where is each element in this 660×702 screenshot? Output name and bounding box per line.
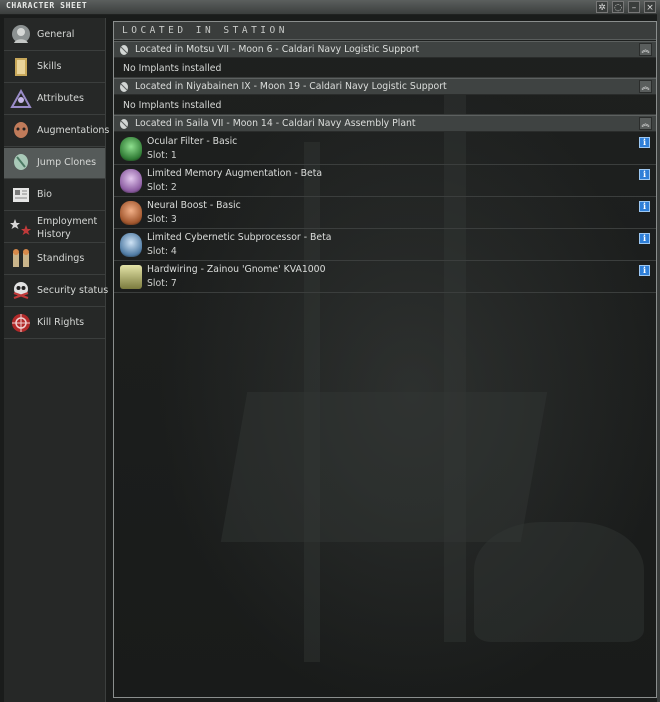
info-icon[interactable]: i [639, 201, 650, 212]
bio-icon [13, 188, 29, 202]
clone-group-header[interactable]: Located in Saila VII - Moon 14 - Caldari… [114, 115, 656, 132]
implant-slot: Slot: 2 [147, 182, 177, 193]
standings-icon [13, 249, 29, 267]
minimize-icon[interactable]: – [628, 1, 640, 13]
skills-icon [15, 58, 27, 76]
security-status-icon [13, 282, 29, 299]
employment-history-icon [10, 219, 31, 235]
sidebar-item-employment-history[interactable]: Employment History [4, 212, 105, 243]
sidebar-item-label: Skills [37, 61, 62, 72]
sidebar-item-augmentations[interactable]: Augmentations [4, 116, 109, 147]
sidebar-item-label: General [37, 29, 75, 40]
sidebar-item-bio[interactable]: Bio [4, 180, 105, 211]
collapse-icon[interactable]: ︽ [639, 80, 652, 93]
jump-clones-panel: LOCATED IN STATION Located in Motsu VII … [113, 21, 657, 698]
list-item: No Implants installed [114, 96, 656, 115]
sidebar-item-label: Standings [37, 253, 85, 264]
collapse-icon[interactable]: ︽ [639, 43, 652, 56]
window-title: CHARACTER SHEET [6, 1, 88, 10]
implant-slot: Slot: 7 [147, 278, 177, 289]
implant-row[interactable]: Limited Memory Augmentation - Beta Slot:… [114, 165, 656, 197]
sidebar-item-label: Attributes [37, 93, 84, 104]
sidebar-item-label: Augmentations [37, 125, 110, 136]
sidebar-nav: General Skills Attributes Augmentations … [4, 18, 109, 702]
augmentations-icon [14, 122, 28, 138]
implant-name: Ocular Filter - Basic [147, 136, 238, 147]
jump-clones-icon [14, 154, 28, 170]
implant-row[interactable]: Hardwiring - Zainou 'Gnome' KVA1000 Slot… [114, 261, 656, 293]
implant-memory-augmentation-icon [120, 169, 142, 193]
empty-implants-text: No Implants installed [123, 100, 222, 111]
sidebar-item-label: Bio [37, 189, 52, 200]
clone-group-title: Located in Motsu VII - Moon 6 - Caldari … [135, 44, 420, 55]
implant-ocular-filter-icon [120, 137, 142, 161]
implant-hardwiring-icon [120, 265, 142, 289]
sidebar-item-jump-clones[interactable]: Jump Clones [4, 148, 105, 179]
background-scenery [220, 392, 548, 542]
implant-neural-boost-icon [120, 201, 142, 225]
info-icon[interactable]: i [639, 169, 650, 180]
pin-icon[interactable]: ◌ [612, 1, 624, 13]
info-icon[interactable]: i [639, 233, 650, 244]
sidebar-item-label: Jump Clones [37, 157, 97, 168]
implant-slot: Slot: 4 [147, 246, 177, 257]
clone-location-icon [120, 119, 128, 129]
implant-slot: Slot: 3 [147, 214, 177, 225]
clone-location-icon [120, 82, 128, 92]
implant-row[interactable]: Ocular Filter - Basic Slot: 1 i [114, 133, 656, 165]
implant-cybernetic-subprocessor-icon [120, 233, 142, 257]
clone-group-title: Located in Niyabainen IX - Moon 19 - Cal… [135, 81, 447, 92]
implant-row[interactable]: Neural Boost - Basic Slot: 3 i [114, 197, 656, 229]
sidebar-item-label: Security status [37, 285, 109, 296]
section-header-title: LOCATED IN STATION [122, 25, 288, 36]
sidebar-item-general[interactable]: General [4, 20, 105, 51]
clone-group-header[interactable]: Located in Niyabainen IX - Moon 19 - Cal… [114, 78, 656, 95]
close-icon[interactable]: × [644, 1, 656, 13]
info-icon[interactable]: i [639, 265, 650, 276]
sidebar-item-label: Employment History [37, 216, 98, 240]
collapse-icon[interactable]: ︽ [639, 117, 652, 130]
implant-row[interactable]: Limited Cybernetic Subprocessor - Beta S… [114, 229, 656, 261]
list-item: No Implants installed [114, 59, 656, 78]
implant-name: Neural Boost - Basic [147, 200, 241, 211]
background-scenery [474, 522, 644, 642]
implant-name: Limited Memory Augmentation - Beta [147, 168, 323, 179]
info-icon[interactable]: i [639, 137, 650, 148]
clone-group-title: Located in Saila VII - Moon 14 - Caldari… [135, 118, 416, 129]
implant-name: Limited Cybernetic Subprocessor - Beta [147, 232, 332, 243]
settings-icon[interactable]: ✲ [596, 1, 608, 13]
sidebar-item-attributes[interactable]: Attributes [4, 84, 105, 115]
implant-slot: Slot: 1 [147, 150, 177, 161]
section-header: LOCATED IN STATION [114, 22, 656, 40]
sidebar-item-label: Kill Rights [37, 317, 85, 328]
sidebar-item-kill-rights[interactable]: Kill Rights [4, 308, 105, 339]
implant-name: Hardwiring - Zainou 'Gnome' KVA1000 [147, 264, 326, 275]
clone-location-icon [120, 45, 128, 55]
window-titlebar[interactable]: CHARACTER SHEET ✲ ◌ – × [0, 0, 660, 15]
clone-group-header[interactable]: Located in Motsu VII - Moon 6 - Caldari … [114, 41, 656, 58]
kill-rights-icon [12, 314, 30, 332]
general-icon [12, 25, 30, 43]
sidebar-item-standings[interactable]: Standings [4, 244, 105, 275]
empty-implants-text: No Implants installed [123, 63, 222, 74]
sidebar-item-skills[interactable]: Skills [4, 52, 105, 83]
sidebar-item-security-status[interactable]: Security status [4, 276, 109, 307]
attributes-icon [10, 88, 32, 108]
